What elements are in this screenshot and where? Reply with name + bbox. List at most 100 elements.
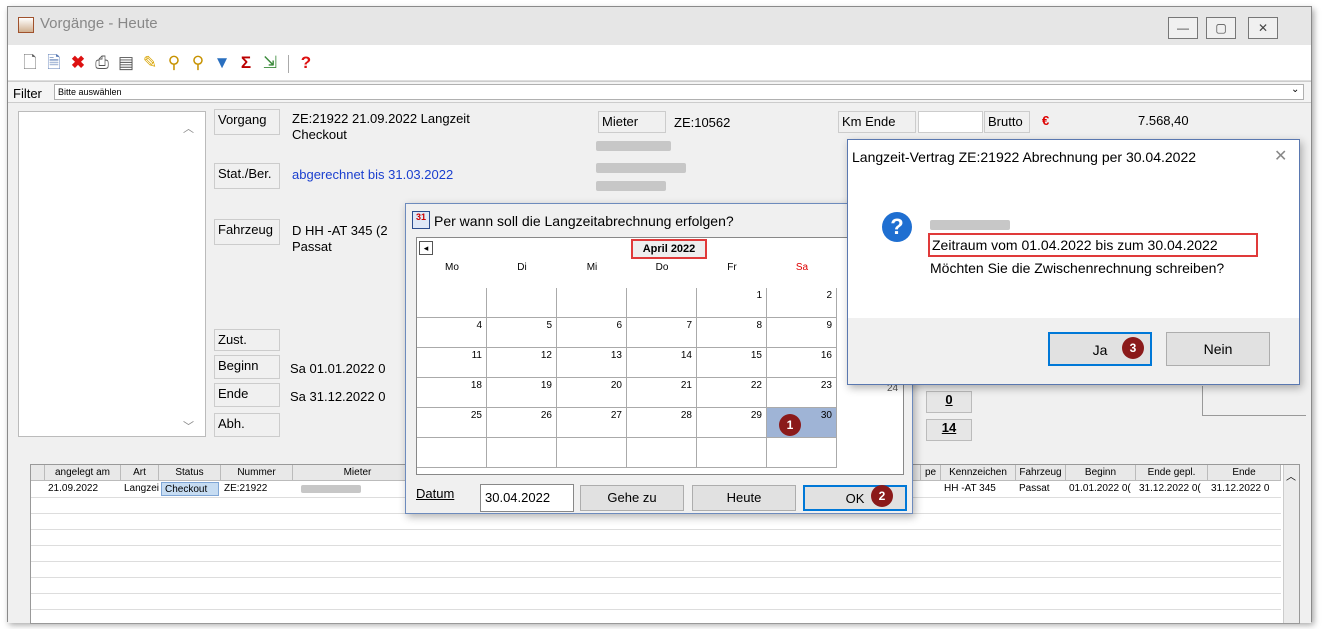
col-header-angelegt[interactable]: angelegt am (45, 465, 121, 481)
col-header-kennzeichen[interactable]: Kennzeichen (941, 465, 1016, 481)
copy-icon[interactable]: 🗎 (44, 53, 64, 73)
col-header-nummer[interactable]: Nummer (221, 465, 293, 481)
calendar-day-cell[interactable]: 7 (627, 318, 697, 348)
help-icon[interactable]: ? (296, 53, 316, 73)
col-header-art[interactable]: Art (121, 465, 159, 481)
message-question: Möchten Sie die Zwischenrechnung schreib… (930, 260, 1225, 276)
calendar-day-cell[interactable] (487, 438, 557, 468)
calendar-day-cell[interactable]: 21 (627, 378, 697, 408)
calendar-day-cell[interactable]: 19 (487, 378, 557, 408)
calendar-day-cell[interactable]: 12 (487, 348, 557, 378)
calendar-day-cell[interactable]: 30 (767, 408, 837, 438)
message-title: Langzeit-Vertrag ZE:21922 Abrechnung per… (852, 149, 1197, 165)
calendar-day-cell[interactable]: 6 (557, 318, 627, 348)
side-list-panel[interactable]: ︿ ﹀ (18, 111, 206, 437)
cell-art[interactable]: Langzeit (121, 482, 159, 496)
calendar-day-cell[interactable]: 13 (557, 348, 627, 378)
calendar-day-cell[interactable] (557, 288, 627, 318)
col-header-status[interactable]: Status (159, 465, 221, 481)
calendar-day-cell[interactable]: 15 (697, 348, 767, 378)
calendar-day-cell[interactable]: 14 (627, 348, 697, 378)
maximize-icon[interactable]: ▢ (1206, 17, 1236, 39)
preview-icon[interactable]: ▤ (116, 53, 136, 73)
new-icon[interactable]: 🗋 (20, 53, 40, 73)
export-icon[interactable]: ⇲ (260, 53, 280, 73)
search-plus-icon[interactable]: ⚲ (188, 53, 208, 73)
calendar-day-cell[interactable]: 16 (767, 348, 837, 378)
calendar-dialog: 31 Per wann soll die Langzeitabrechnung … (405, 203, 913, 514)
calendar-day-cell[interactable]: 18 (417, 378, 487, 408)
calendar-day-cell[interactable]: 27 (557, 408, 627, 438)
cell-ende[interactable]: 31.12.2022 0 (1208, 482, 1281, 496)
col-header-ende[interactable]: Ende (1208, 465, 1281, 481)
calendar-day-cell[interactable] (487, 288, 557, 318)
cell-beginn[interactable]: 01.01.2022 0( (1066, 482, 1136, 496)
today-button[interactable]: Heute (692, 485, 796, 511)
calendar-day-cell[interactable]: 28 (627, 408, 697, 438)
chevron-down-icon[interactable]: ⌄ (1291, 84, 1299, 95)
calendar-day-cell[interactable] (417, 438, 487, 468)
calendar-day-cell[interactable] (627, 438, 697, 468)
calendar-day-cell[interactable] (627, 288, 697, 318)
calendar-day-cell[interactable] (417, 288, 487, 318)
calendar-day-cell[interactable]: 1 (697, 288, 767, 318)
prev-month-button[interactable]: ◂ (419, 241, 433, 255)
value-14-button[interactable]: 14 (926, 419, 972, 441)
km-ende-field[interactable] (918, 111, 983, 133)
no-button[interactable]: Nein (1166, 332, 1270, 366)
calendar-day-cell[interactable]: 29 (697, 408, 767, 438)
calendar-day-cell[interactable]: 22 (697, 378, 767, 408)
delete-icon[interactable]: ✖ (68, 53, 88, 73)
calendar-day-cell[interactable]: 2 (767, 288, 837, 318)
calendar-day-cell[interactable]: 4 (417, 318, 487, 348)
edit-icon[interactable]: ✎ (140, 53, 160, 73)
calendar-day-cell[interactable]: 11 (417, 348, 487, 378)
col-header-fahrzeug[interactable]: Fahrzeug (1016, 465, 1066, 481)
scroll-up-icon[interactable]: ︿ (183, 120, 194, 136)
close-icon[interactable]: ✕ (1274, 146, 1287, 166)
cell-angelegt[interactable]: 21.09.2022 (45, 482, 121, 496)
window-title: Vorgänge - Heute (40, 15, 158, 32)
calendar-day-cell[interactable]: 9 (767, 318, 837, 348)
goto-button[interactable]: Gehe zu (580, 485, 684, 511)
toolbar: 🗋 🗎 ✖ ⎙ ▤ ✎ ⚲ ⚲ ▼ Σ ⇲ ? (8, 45, 1311, 81)
calendar-day-cell[interactable] (767, 438, 837, 468)
datum-input[interactable]: 30.04.2022 (480, 484, 574, 512)
calendar-day-cell[interactable]: 23 (767, 378, 837, 408)
col-header-ende-gepl[interactable]: Ende gepl. (1136, 465, 1208, 481)
calendar-day-cell[interactable] (557, 438, 627, 468)
filter-select[interactable]: Bitte auswählen (54, 84, 1304, 100)
calendar-day-cell[interactable] (697, 438, 767, 468)
calendar-day-cell[interactable]: 25 (417, 408, 487, 438)
step-badge-2: 2 (871, 485, 893, 507)
fahrzeug-value-1: D HH -AT 345 (2 (292, 223, 388, 238)
close-icon[interactable]: ✕ (1248, 17, 1278, 39)
col-header-mieter[interactable]: Mieter (293, 465, 423, 481)
scroll-down-icon[interactable]: ﹀ (183, 418, 194, 434)
search-icon[interactable]: ⚲ (164, 53, 184, 73)
sum-icon[interactable]: Σ (236, 53, 256, 73)
calendar-day-cell[interactable]: 5 (487, 318, 557, 348)
cell-kennzeichen[interactable]: HH -AT 345 (941, 482, 1016, 496)
day-name-di: Di (517, 262, 527, 273)
stat-label: Stat./Ber. (214, 163, 280, 189)
minimize-icon[interactable]: — (1168, 17, 1198, 39)
scroll-up-icon[interactable]: ︿ (1283, 468, 1299, 483)
cell-nummer[interactable]: ZE:21922 (221, 482, 293, 496)
grid-scrollbar[interactable] (1283, 465, 1299, 623)
calendar-cells: 1 2 4 5 6 7 8 9 11 12 13 14 15 16 18 19 20 21 22 23 25 26 27 28… (417, 288, 837, 468)
calendar-icon: 31 (412, 211, 430, 229)
cell-ende-gepl[interactable]: 31.12.2022 0( (1136, 482, 1208, 496)
value-0-button[interactable]: 0 (926, 391, 972, 413)
calendar-day-cell[interactable]: 8 (697, 318, 767, 348)
calendar-day-cell[interactable]: 26 (487, 408, 557, 438)
cell-fahrzeug[interactable]: Passat (1016, 482, 1066, 496)
brutto-value: 7.568,40 (1138, 113, 1189, 128)
col-header-pe[interactable]: pe (921, 465, 941, 481)
calendar-day-cell[interactable]: 20 (557, 378, 627, 408)
filter-icon[interactable]: ▼ (212, 53, 232, 73)
print-icon[interactable]: ⎙ (92, 53, 112, 73)
col-header-beginn[interactable]: Beginn (1066, 465, 1136, 481)
calendar-grid[interactable]: ◂ April 2022 Mo Di Mi Do Fr Sa 124567891… (416, 237, 904, 475)
cell-status[interactable]: Checkout (161, 482, 219, 496)
